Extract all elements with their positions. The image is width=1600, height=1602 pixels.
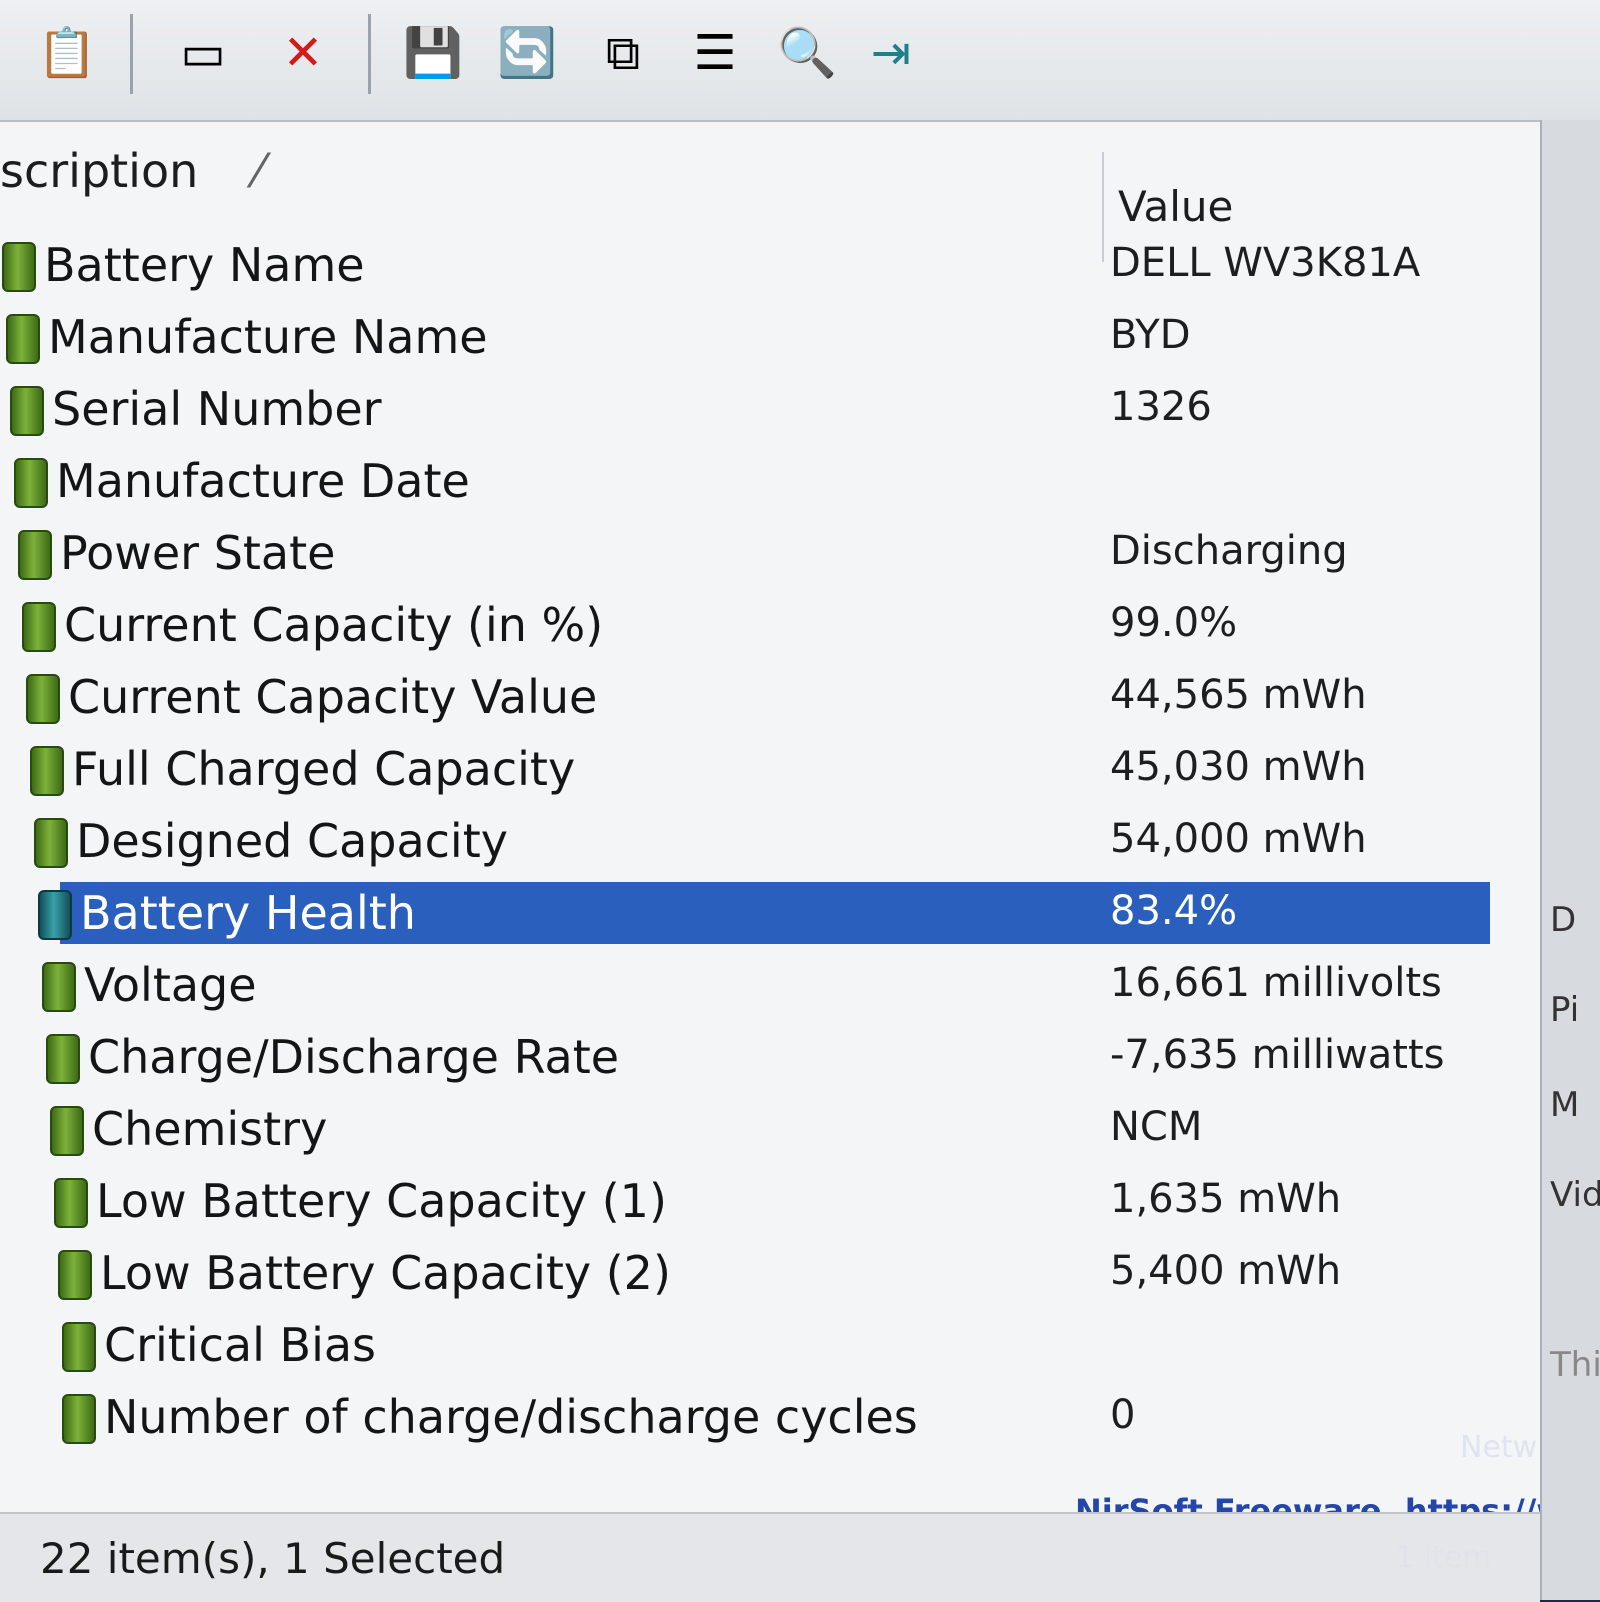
row-description: Full Charged Capacity <box>72 742 576 796</box>
row-value: DELL WV3K81A <box>1110 240 1421 286</box>
row-description: Manufacture Date <box>56 454 470 508</box>
save-icon[interactable]: 💾 <box>402 22 464 84</box>
battery-icon <box>58 1250 92 1300</box>
row-description: Chemistry <box>92 1102 328 1156</box>
column-header-value[interactable]: Value <box>1118 182 1233 231</box>
row-value: Discharging <box>1110 528 1348 574</box>
copy-icon[interactable]: ⧉ <box>592 22 654 84</box>
batteryinfoview-window: 📋 ▭ ✕ 💾 🔄 ⧉ ☰ 🔍 ⇥ scription ⁄ Value Batt… <box>0 0 1600 1602</box>
toolbar-separator <box>130 14 133 94</box>
row-description: Serial Number <box>52 382 382 436</box>
row-description: Current Capacity (in %) <box>64 598 604 652</box>
battery-icon <box>62 1322 96 1372</box>
properties-icon[interactable]: 📋 <box>36 22 98 84</box>
table-row[interactable]: Charge/Discharge Rate -7,635 milliwatts <box>0 1026 1540 1088</box>
network-label: Netw <box>1460 1430 1538 1465</box>
table-row[interactable]: Full Charged Capacity 45,030 mWh <box>0 738 1540 800</box>
row-value: 45,030 mWh <box>1110 744 1367 790</box>
row-description: Critical Bias <box>104 1318 377 1372</box>
battery-icon <box>18 530 52 580</box>
delete-icon[interactable]: ✕ <box>272 22 334 84</box>
explorer-label: D <box>1550 900 1577 940</box>
battery-icon <box>42 962 76 1012</box>
table-row[interactable]: Serial Number 1326 <box>0 378 1540 440</box>
row-value: 1,635 mWh <box>1110 1176 1342 1222</box>
status-item-count: 22 item(s), 1 Selected <box>40 1534 506 1583</box>
battery-icon <box>62 1394 96 1444</box>
battery-icon <box>6 314 40 364</box>
sort-arrow-icon: ⁄ <box>255 144 263 198</box>
table-row[interactable]: Battery Health 83.4% <box>0 882 1540 944</box>
battery-icon <box>54 1178 88 1228</box>
row-value: 0 <box>1110 1392 1136 1438</box>
table-row[interactable]: Voltage 16,661 millivolts <box>0 954 1540 1016</box>
battery-icon <box>34 818 68 868</box>
battery-icon <box>10 386 44 436</box>
row-description: Power State <box>60 526 336 580</box>
row-description: Low Battery Capacity (1) <box>96 1174 667 1228</box>
toolbar-separator <box>368 14 371 94</box>
explorer-label: Vid <box>1550 1175 1600 1215</box>
table-row[interactable]: Manufacture Date <box>0 450 1540 512</box>
explorer-item-count: 1 item <box>1395 1540 1492 1575</box>
row-description: Voltage <box>84 958 257 1012</box>
battery-icon <box>22 602 56 652</box>
status-bar: 22 item(s), 1 Selected <box>0 1512 1540 1602</box>
row-value: 83.4% <box>1110 888 1238 934</box>
row-description: Battery Health <box>80 886 416 940</box>
html-report-icon[interactable]: ▭ <box>172 22 234 84</box>
row-value: 99.0% <box>1110 600 1238 646</box>
battery-icon <box>2 242 36 292</box>
table-row[interactable]: Number of charge/discharge cycles 0 <box>0 1386 1540 1448</box>
explorer-label: M <box>1550 1085 1580 1125</box>
battery-icon <box>38 890 72 940</box>
table-row[interactable]: Designed Capacity 54,000 mWh <box>0 810 1540 872</box>
table-row[interactable]: Critical Bias <box>0 1314 1540 1376</box>
row-description: Charge/Discharge Rate <box>88 1030 620 1084</box>
options-icon[interactable]: ☰ <box>684 22 746 84</box>
table-row[interactable]: Battery Name DELL WV3K81A <box>0 234 1540 296</box>
battery-info-list[interactable]: scription ⁄ Value Battery Name DELL WV3K8… <box>0 122 1566 1566</box>
background-explorer-panel: D Pi M Vid This <box>1540 120 1600 1600</box>
table-row[interactable]: Current Capacity (in %) 99.0% <box>0 594 1540 656</box>
battery-icon <box>50 1106 84 1156</box>
row-value: -7,635 milliwatts <box>1110 1032 1445 1078</box>
row-value: 54,000 mWh <box>1110 816 1367 862</box>
refresh-icon[interactable]: 🔄 <box>496 22 558 84</box>
row-value: 44,565 mWh <box>1110 672 1367 718</box>
battery-icon <box>30 746 64 796</box>
table-row[interactable]: Low Battery Capacity (1) 1,635 mWh <box>0 1170 1540 1232</box>
battery-icon <box>46 1034 80 1084</box>
row-description: Number of charge/discharge cycles <box>104 1390 918 1444</box>
battery-icon <box>14 458 48 508</box>
find-icon[interactable]: 🔍 <box>776 22 838 84</box>
row-value: NCM <box>1110 1104 1203 1150</box>
table-row[interactable]: Power State Discharging <box>0 522 1540 584</box>
row-value: 5,400 mWh <box>1110 1248 1342 1294</box>
table-row[interactable]: Chemistry NCM <box>0 1098 1540 1160</box>
row-value: 1326 <box>1110 384 1212 430</box>
table-row[interactable]: Current Capacity Value 44,565 mWh <box>0 666 1540 728</box>
table-row[interactable]: Low Battery Capacity (2) 5,400 mWh <box>0 1242 1540 1304</box>
toolbar: 📋 ▭ ✕ 💾 🔄 ⧉ ☰ 🔍 ⇥ <box>0 0 1600 122</box>
exit-icon[interactable]: ⇥ <box>860 22 922 84</box>
table-row[interactable]: Manufacture Name BYD <box>0 306 1540 368</box>
row-value: BYD <box>1110 312 1191 358</box>
row-value: 16,661 millivolts <box>1110 960 1442 1006</box>
row-description: Manufacture Name <box>48 310 488 364</box>
row-description: Battery Name <box>44 238 365 292</box>
explorer-label: Pi <box>1550 990 1580 1030</box>
row-description: Current Capacity Value <box>68 670 598 724</box>
explorer-label: This <box>1550 1345 1600 1385</box>
row-description: Low Battery Capacity (2) <box>100 1246 671 1300</box>
battery-icon <box>26 674 60 724</box>
column-header-description[interactable]: scription <box>0 144 198 198</box>
row-description: Designed Capacity <box>76 814 508 868</box>
